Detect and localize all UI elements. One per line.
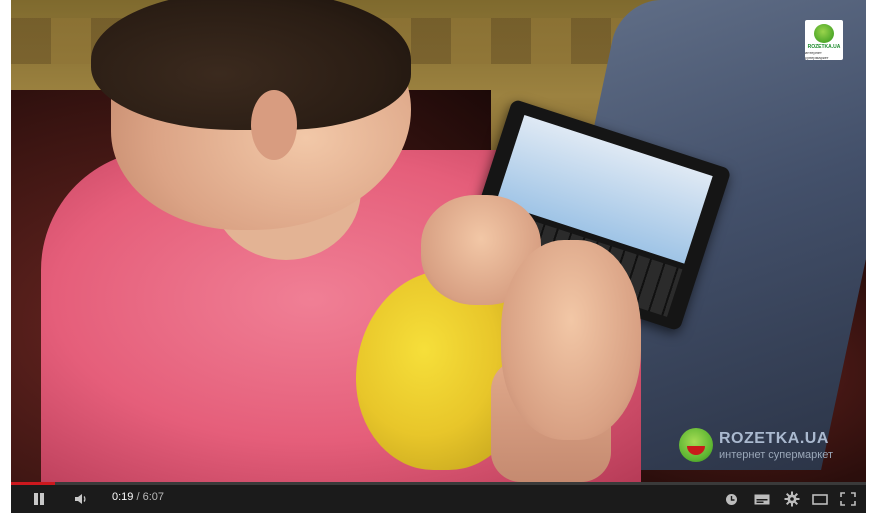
brand-name: ROZETKA.UA bbox=[719, 430, 829, 447]
right-hand bbox=[501, 240, 641, 440]
watch-later-button[interactable] bbox=[721, 485, 741, 513]
settings-button[interactable] bbox=[781, 485, 803, 513]
ear bbox=[251, 90, 297, 160]
fullscreen-icon bbox=[840, 492, 856, 506]
volume-button[interactable] bbox=[69, 485, 95, 513]
rozetka-mascot-icon bbox=[679, 428, 713, 462]
brand-tagline: интернет супермаркет bbox=[719, 449, 834, 461]
current-time: 0:19 bbox=[112, 491, 134, 503]
corner-logo-tag: интернет супермаркет bbox=[805, 50, 829, 60]
hair bbox=[91, 0, 411, 130]
time-separator: / bbox=[133, 491, 143, 503]
player-controls: 0:19 / 6:07 bbox=[11, 482, 866, 513]
fullscreen-button[interactable] bbox=[837, 485, 859, 513]
pause-icon bbox=[34, 493, 44, 505]
theater-icon bbox=[812, 493, 828, 505]
theater-mode-button[interactable] bbox=[809, 485, 831, 513]
total-time: 6:07 bbox=[142, 491, 165, 503]
corner-watermark-logo: ROZETKA.UA интернет супермаркет bbox=[805, 20, 843, 60]
pause-button[interactable] bbox=[27, 485, 51, 513]
captions-button[interactable] bbox=[751, 485, 773, 513]
video-player[interactable]: ROZETKA.UA интернет супермаркет ROZETKA.… bbox=[11, 0, 866, 513]
volume-icon bbox=[75, 494, 86, 504]
captions-icon bbox=[754, 494, 770, 504]
gear-icon bbox=[784, 491, 800, 507]
time-display: 0:19 / 6:07 bbox=[112, 491, 164, 503]
video-frame[interactable]: ROZETKA.UA интернет супермаркет ROZETKA.… bbox=[11, 0, 866, 482]
rozetka-mascot-icon bbox=[814, 24, 834, 43]
clock-icon bbox=[725, 493, 737, 505]
brand-watermark: ROZETKA.UA интернет супермаркет bbox=[679, 428, 859, 464]
